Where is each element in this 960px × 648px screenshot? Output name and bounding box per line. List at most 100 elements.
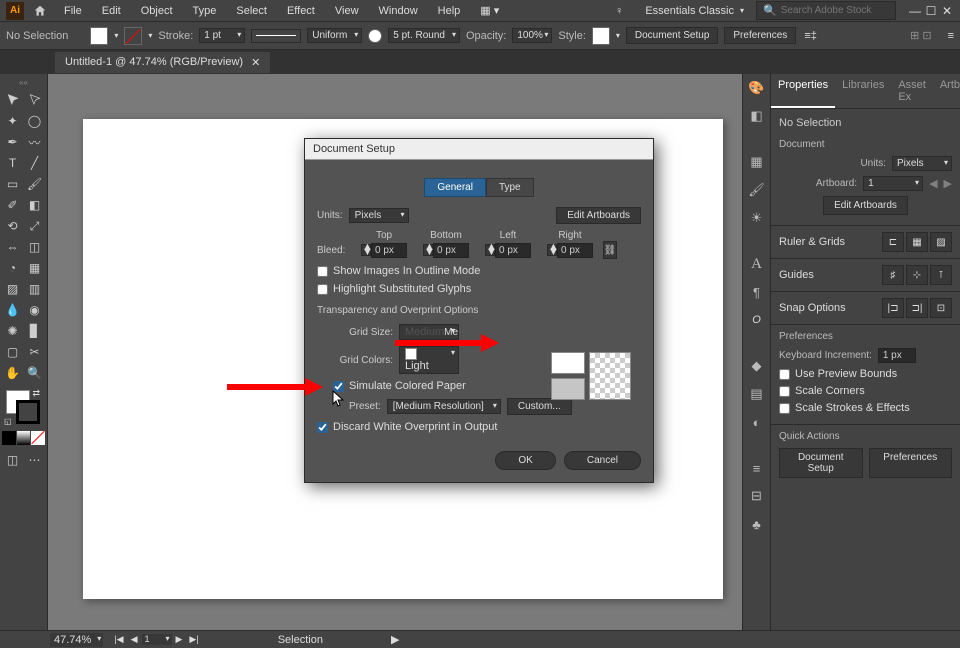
show-outline-check[interactable]: Show Images In Outline Mode <box>317 265 641 277</box>
menu-help[interactable]: Help <box>430 3 469 19</box>
rail-color-guide-icon[interactable]: ◧ <box>747 106 767 126</box>
rail-color-icon[interactable]: 🎨 <box>747 78 767 98</box>
eyedropper-tool[interactable]: 💧 <box>2 300 23 320</box>
bleed-right-input[interactable] <box>557 243 593 258</box>
tab-asset-export[interactable]: Asset Ex <box>891 74 933 108</box>
rail-paragraph-icon[interactable]: ¶ <box>747 282 767 302</box>
tab-artboards[interactable]: Artboar <box>933 74 960 108</box>
keybd-inc-input[interactable] <box>878 348 916 363</box>
fill-stroke-control[interactable]: ⇄ ◱ <box>2 388 42 428</box>
grid-dark-swatch[interactable] <box>551 378 585 400</box>
dialog-tab-general[interactable]: General <box>424 178 486 197</box>
artboard-next-icon[interactable]: ▶ <box>944 177 952 190</box>
guides-icon1[interactable]: ♯ <box>882 265 904 285</box>
rail-graphic-styles-icon[interactable]: ◐ <box>747 412 767 432</box>
bleed-top-spinner[interactable]: ▲▼ <box>361 244 371 256</box>
menu-select[interactable]: Select <box>228 3 275 19</box>
align-icons[interactable]: ⊞ ⊡ <box>910 29 932 42</box>
tab-libraries[interactable]: Libraries <box>835 74 891 108</box>
rail-opentype-icon[interactable]: O <box>747 310 767 330</box>
ctrl-menu-icon[interactable]: ≡ <box>948 30 954 42</box>
style-swatch[interactable] <box>592 27 610 45</box>
preferences-button[interactable]: Preferences <box>724 27 796 44</box>
rail-layers-icon[interactable]: ◆ <box>747 356 767 376</box>
swap-fill-stroke-icon[interactable]: ⇄ <box>32 388 40 399</box>
rotate-tool[interactable]: ⟲ <box>2 216 23 236</box>
artboard-first-icon[interactable]: |◀ <box>111 634 126 645</box>
artboard-prev-icon[interactable]: ◀ <box>929 177 937 190</box>
rail-brushes-icon[interactable]: 🖌 <box>747 180 767 200</box>
grid-light-swatch[interactable] <box>551 352 585 374</box>
rectangle-tool[interactable]: ▭ <box>2 174 23 194</box>
panel-edit-artboards-button[interactable]: Edit Artboards <box>823 196 908 215</box>
document-tab[interactable]: Untitled-1 @ 47.74% (RGB/Preview) ✕ <box>55 52 270 73</box>
grid-icon[interactable]: ▦ <box>906 232 928 252</box>
guides-icon3[interactable]: ⊺ <box>930 265 952 285</box>
lasso-tool[interactable]: ◯ <box>24 111 45 131</box>
stroke-swatch[interactable] <box>124 27 142 45</box>
symbol-sprayer-tool[interactable]: ✺ <box>2 321 23 341</box>
guides-icon2[interactable]: ⊹ <box>906 265 928 285</box>
rail-align-icon[interactable]: ≡ <box>747 458 767 478</box>
search-stock[interactable]: 🔍 <box>756 1 896 20</box>
color-mode-none[interactable] <box>31 431 45 445</box>
artboard-index-dropdown[interactable]: 1 <box>142 634 172 645</box>
highlight-glyphs-check[interactable]: Highlight Substituted Glyphs <box>317 283 641 295</box>
rail-pathfinder-icon[interactable]: ⊟ <box>747 486 767 506</box>
type-tool[interactable]: T <box>2 153 23 173</box>
grid-colors-dropdown[interactable]: Light <box>399 346 459 374</box>
free-transform-tool[interactable]: ◫ <box>24 237 45 257</box>
bleed-link-icon[interactable]: ⛓ <box>603 241 617 259</box>
bleed-left-input[interactable] <box>495 243 531 258</box>
scale-strokes-check[interactable]: Scale Strokes & Effects <box>779 402 952 414</box>
bleed-left-spinner[interactable]: ▲▼ <box>485 244 495 256</box>
ctrl-more-icon[interactable]: ≡‡ <box>804 30 817 42</box>
blend-tool[interactable]: ◉ <box>24 300 45 320</box>
discard-white-overprint-check[interactable]: Discard White Overprint in Output <box>317 421 641 433</box>
slice-tool[interactable]: ✂ <box>24 342 45 362</box>
qa-preferences-button[interactable]: Preferences <box>869 448 953 478</box>
default-fill-stroke-icon[interactable]: ◱ <box>4 417 12 426</box>
gradient-tool[interactable]: ▥ <box>24 279 45 299</box>
screen-mode-tool[interactable]: ◫ <box>2 450 23 470</box>
shaper-tool[interactable]: ✐ <box>2 195 23 215</box>
bleed-right-spinner[interactable]: ▲▼ <box>547 244 557 256</box>
zoom-dropdown[interactable]: 47.74% <box>50 633 103 647</box>
paintbrush-tool[interactable]: 🖌 <box>24 174 45 194</box>
document-setup-button[interactable]: Document Setup <box>626 27 719 44</box>
brush-profile-dropdown[interactable]: 5 pt. Round <box>388 28 460 43</box>
ruler-icon[interactable]: ⊏ <box>882 232 904 252</box>
direct-selection-tool[interactable] <box>24 90 45 110</box>
scale-corners-check[interactable]: Scale Corners <box>779 385 952 397</box>
stroke-profile-line[interactable] <box>251 29 301 43</box>
magic-wand-tool[interactable]: ✦ <box>2 111 23 131</box>
workspace-select[interactable]: Essentials Classic▾ <box>637 3 752 19</box>
opacity-dropdown[interactable]: 100% <box>512 28 552 43</box>
menu-view[interactable]: View <box>327 3 367 19</box>
minimize-button[interactable]: — <box>908 4 922 18</box>
dlg-edit-artboards-button[interactable]: Edit Artboards <box>556 207 641 224</box>
edit-toolbar[interactable]: ⋯ <box>24 450 45 470</box>
use-preview-bounds-check[interactable]: Use Preview Bounds <box>779 368 952 380</box>
menu-effect[interactable]: Effect <box>279 3 323 19</box>
custom-button[interactable]: Custom... <box>507 398 572 415</box>
stroke-weight-dropdown[interactable]: 1 pt <box>199 28 245 43</box>
qa-document-setup-button[interactable]: Document Setup <box>779 448 863 478</box>
snap-icon1[interactable]: |⊐ <box>882 298 904 318</box>
curvature-tool[interactable]: 〰 <box>24 132 45 152</box>
bleed-bottom-spinner[interactable]: ▲▼ <box>423 244 433 256</box>
stroke-uniform-dropdown[interactable]: Uniform <box>307 28 362 43</box>
shape-builder-tool[interactable]: ◔ <box>2 258 23 278</box>
rail-symbols-icon[interactable]: ☀ <box>747 208 767 228</box>
arrange-docs-icon[interactable]: ▦ ▾ <box>472 2 507 19</box>
artboard-prev-icon[interactable]: ◀ <box>128 634 141 645</box>
transparency-grid-icon[interactable]: ▨ <box>930 232 952 252</box>
discover-icon[interactable]: ♀ <box>615 5 623 17</box>
grid-size-dropdown[interactable]: MediumMe <box>399 324 459 340</box>
ok-button[interactable]: OK <box>495 451 555 470</box>
bleed-top-input[interactable] <box>371 243 407 258</box>
rail-appearance-icon[interactable]: ▤ <box>747 384 767 404</box>
toolbox-grip[interactable]: «« <box>2 78 45 87</box>
panel-artboard-dropdown[interactable]: 1 <box>863 176 923 191</box>
color-mode-solid[interactable] <box>2 431 16 445</box>
